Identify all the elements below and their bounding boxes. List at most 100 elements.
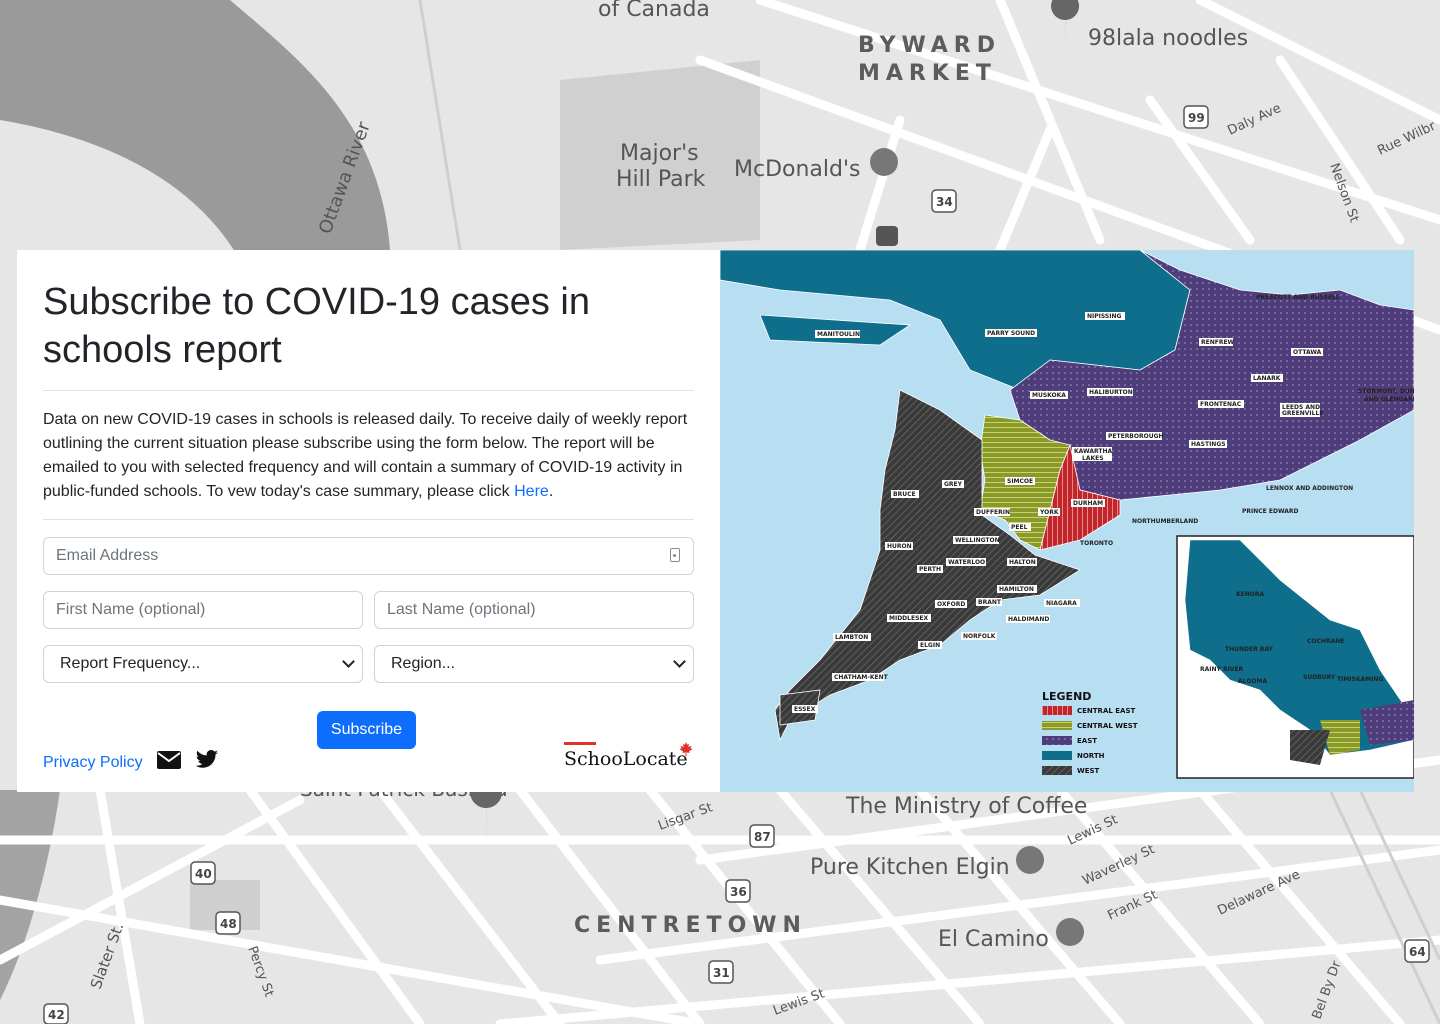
svg-text:THUNDER BAY: THUNDER BAY — [1225, 646, 1273, 653]
svg-text:ALGOMA: ALGOMA — [1238, 678, 1267, 685]
svg-text:SUDBURY: SUDBURY — [1303, 674, 1336, 681]
svg-text:COCHRANE: COCHRANE — [1307, 638, 1344, 645]
svg-text:64: 64 — [1409, 945, 1426, 959]
svg-text:TORONTO: TORONTO — [1080, 540, 1113, 547]
region-select[interactable]: Region... — [374, 645, 694, 683]
description-period: . — [548, 483, 554, 500]
report-frequency-select[interactable]: Report Frequency... — [43, 645, 363, 683]
svg-text:PERTH: PERTH — [919, 566, 941, 573]
svg-text:GREY: GREY — [944, 481, 963, 488]
svg-text:of Canada: of Canada — [598, 0, 710, 22]
svg-text:36: 36 — [730, 885, 747, 899]
svg-text:GREENVILLE: GREENVILLE — [1282, 410, 1323, 417]
svg-text:TIMISKAMING: TIMISKAMING — [1337, 676, 1383, 683]
svg-text:EAST: EAST — [1077, 737, 1097, 745]
autofill-contact-icon[interactable] — [670, 548, 680, 562]
svg-text:SIMCOE: SIMCOE — [1007, 478, 1033, 485]
page-title: Subscribe to COVID-19 cases in schools r… — [43, 281, 591, 371]
svg-text:ELGIN: ELGIN — [920, 642, 940, 649]
svg-text:31: 31 — [713, 966, 730, 980]
svg-text:MUSKOKA: MUSKOKA — [1032, 392, 1066, 399]
svg-text:BRANT: BRANT — [978, 599, 1002, 606]
svg-text:LEGEND: LEGEND — [1042, 690, 1091, 703]
svg-text:KAWARTHA: KAWARTHA — [1074, 448, 1112, 455]
svg-text:WEST: WEST — [1077, 767, 1100, 775]
last-name-field[interactable] — [374, 591, 694, 629]
svg-text:STORMONT, DUND: STORMONT, DUND — [1358, 388, 1414, 395]
svg-text:NIAGARA: NIAGARA — [1046, 600, 1077, 607]
subscribe-card: Subscribe to COVID-19 cases in schools r… — [17, 250, 1414, 792]
svg-text:DURHAM: DURHAM — [1073, 500, 1103, 507]
svg-text:PEEL: PEEL — [1011, 524, 1028, 531]
svg-text:Hill Park: Hill Park — [616, 167, 706, 192]
schoolocate-logo: SchooLocate — [564, 742, 699, 772]
svg-text:48: 48 — [220, 917, 237, 931]
svg-text:HASTINGS: HASTINGS — [1191, 441, 1226, 448]
first-name-field[interactable] — [43, 591, 363, 629]
svg-text:HAMILTON: HAMILTON — [999, 586, 1034, 593]
svg-text:LANARK: LANARK — [1253, 375, 1281, 382]
svg-text:KENORA: KENORA — [1236, 591, 1264, 598]
svg-text:McDonald's: McDonald's — [734, 157, 861, 182]
ontario-regions-map-panel: MANITOULIN PARRY SOUND NIPISSING PRESCOT… — [720, 250, 1414, 792]
svg-text:BRUCE: BRUCE — [893, 491, 916, 498]
svg-text:87: 87 — [754, 830, 771, 844]
svg-text:MANITOULIN: MANITOULIN — [817, 331, 860, 338]
ontario-inset-map: KENORA COCHRANE THUNDER BAY RAINY RIVER … — [1176, 535, 1414, 779]
svg-text:BYWARD: BYWARD — [858, 33, 1001, 58]
chevron-down-icon — [342, 655, 355, 668]
region-value: Region... — [391, 655, 456, 672]
svg-text:WELLINGTON: WELLINGTON — [955, 537, 1000, 544]
svg-text:AND GLENGARR: AND GLENGARR — [1364, 396, 1414, 403]
report-frequency-value: Report Frequency... — [60, 655, 201, 672]
svg-text:98lala noodles: 98lala noodles — [1088, 26, 1248, 51]
description-body: Data on new COVID-19 cases in schools is… — [43, 411, 688, 500]
email-field[interactable] — [43, 537, 694, 575]
svg-text:The Ministry of Coffee: The Ministry of Coffee — [845, 794, 1087, 819]
svg-text:Major's: Major's — [620, 141, 699, 166]
svg-text:PRESCOTT AND RUSSELL: PRESCOTT AND RUSSELL — [1256, 294, 1340, 301]
svg-text:42: 42 — [48, 1008, 65, 1022]
ontario-regions-map: MANITOULIN PARRY SOUND NIPISSING PRESCOT… — [720, 250, 1414, 792]
svg-text:ESSEX: ESSEX — [794, 706, 816, 713]
svg-text:MIDDLESEX: MIDDLESEX — [889, 615, 929, 622]
svg-text:34: 34 — [936, 195, 953, 209]
svg-text:YORK: YORK — [1039, 509, 1059, 516]
svg-text:DUFFERIN: DUFFERIN — [976, 509, 1010, 516]
svg-text:LAKES: LAKES — [1082, 455, 1104, 462]
svg-text:HALIBURTON: HALIBURTON — [1089, 389, 1133, 396]
svg-text:CHATHAM-KENT: CHATHAM-KENT — [834, 674, 889, 681]
svg-text:HURON: HURON — [887, 543, 912, 550]
svg-text:PETERBOROUGH: PETERBOROUGH — [1108, 433, 1164, 440]
maple-leaf-icon — [679, 742, 693, 756]
svg-text:LAMBTON: LAMBTON — [835, 634, 868, 641]
footer-links: Privacy Policy — [43, 750, 219, 775]
svg-text:99: 99 — [1188, 111, 1205, 125]
here-link[interactable]: Here — [514, 483, 549, 500]
svg-text:LENNOX AND ADDINGTON: LENNOX AND ADDINGTON — [1266, 485, 1353, 492]
svg-text:HALDIMAND: HALDIMAND — [1008, 616, 1049, 623]
svg-text:NORTH: NORTH — [1077, 752, 1105, 760]
svg-text:NIPISSING: NIPISSING — [1087, 313, 1122, 320]
form-divider — [43, 519, 694, 520]
svg-text:NORFOLK: NORFOLK — [963, 633, 996, 640]
svg-text:HALTON: HALTON — [1009, 559, 1036, 566]
svg-text:CENTRAL WEST: CENTRAL WEST — [1077, 722, 1138, 730]
privacy-policy-link[interactable]: Privacy Policy — [43, 754, 143, 772]
subscribe-button[interactable]: Subscribe — [317, 711, 416, 749]
svg-text:CENTRAL EAST: CENTRAL EAST — [1077, 707, 1135, 715]
twitter-icon[interactable] — [195, 750, 219, 775]
svg-text:MARKET: MARKET — [858, 61, 997, 86]
svg-text:RAINY RIVER: RAINY RIVER — [1200, 666, 1244, 673]
title-divider — [43, 390, 694, 391]
svg-text:PARRY SOUND: PARRY SOUND — [987, 330, 1035, 337]
name-row — [43, 591, 694, 629]
svg-text:OXFORD: OXFORD — [937, 601, 965, 608]
svg-text:WATERLOO: WATERLOO — [948, 559, 985, 566]
svg-text:RENFREW: RENFREW — [1201, 339, 1235, 346]
envelope-icon[interactable] — [156, 751, 181, 774]
svg-text:OTTAWA: OTTAWA — [1293, 349, 1322, 356]
logo-accent-bar — [564, 742, 596, 745]
description-text: Data on new COVID-19 cases in schools is… — [43, 408, 694, 504]
email-field-wrap — [43, 537, 694, 575]
